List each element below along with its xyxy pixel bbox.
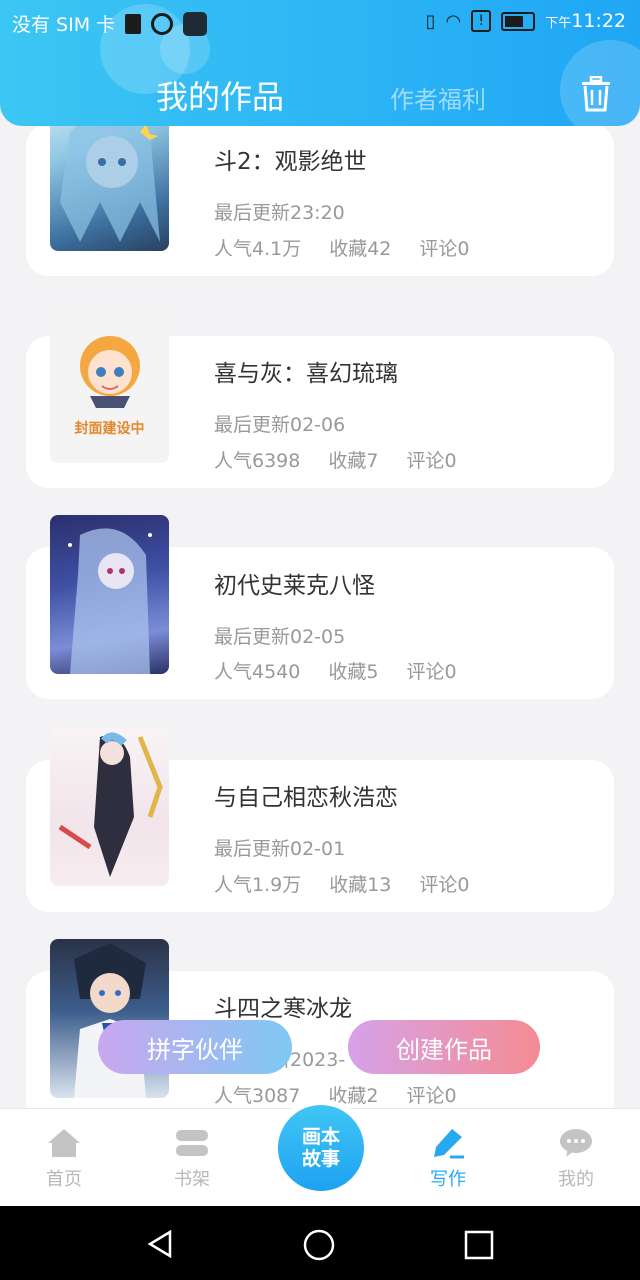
system-navigation-bar [0,1206,640,1280]
favorites-count: 收藏7 [328,450,379,472]
nav-home-label: 首页 [46,1169,82,1190]
nav-mine[interactable]: 我的 [536,1127,616,1191]
work-updated: 最后更新02-06 [214,414,346,436]
hotspot-icon [151,12,174,35]
nav-bookshelf-label: 书架 [174,1169,210,1190]
recents-icon[interactable] [464,1230,494,1260]
bottom-navigation: 首页 书架 画本 故事 写作 我的 [0,1105,640,1207]
work-cover-placeholder[interactable] [50,304,169,463]
comments-count: 评论0 [406,661,457,683]
favorites-count: 收藏2 [328,1085,379,1107]
back-icon[interactable] [144,1228,176,1260]
center-line-2: 故事 [301,1148,340,1170]
work-cover-image[interactable] [50,515,169,674]
alert-icon: ! [471,10,492,32]
work-cover-image[interactable] [50,939,169,1098]
popularity-count: 人气4540 [214,661,301,683]
word-partner-button[interactable]: 拼字伙伴 [98,1020,292,1074]
favorites-count: 收藏13 [329,874,392,896]
app-notification-icon [183,11,208,36]
wifi-icon: ◠ [445,10,462,32]
nav-write-label: 写作 [430,1169,466,1190]
work-stats: 人气1.9万 收藏13 评论0 [214,870,470,897]
comments-count: 评论0 [419,238,470,260]
work-title: 喜与灰：喜幻琉璃 [214,361,398,387]
work-stats: 人气4540 收藏5 评论0 [214,657,457,684]
battery-icon [501,11,536,31]
nav-mine-label: 我的 [558,1169,594,1190]
work-updated: 最后更新23:20 [214,202,345,224]
work-title: 初代史莱克八怪 [214,573,375,599]
nav-write[interactable]: 写作 [408,1127,488,1191]
comments-count: 评论0 [419,874,470,896]
work-updated: 最后更新02-05 [214,626,346,648]
carrier-text: 没有 SIM 卡 [12,14,116,36]
work-title: 与自己相恋秋浩恋 [214,785,398,811]
favorites-count: 收藏42 [329,238,392,260]
bookshelf-icon [176,1130,208,1156]
vibrate-icon: ▯ [425,10,436,32]
time-prefix: 下午 [545,16,572,31]
popularity-count: 人气3087 [214,1085,301,1107]
work-title: 斗四之寒冰龙 [214,996,352,1022]
nav-bookshelf[interactable]: 书架 [152,1127,232,1191]
work-cover-image[interactable] [50,727,169,886]
tab-my-works[interactable]: 我的作品 [156,72,284,118]
app-header: 没有 SIM 卡 ▯ ◠ ! 下午11:22 我的作品 作者福利 [0,0,640,126]
work-stats: 人气6398 收藏7 评论0 [214,446,457,473]
home-icon [48,1129,80,1157]
popularity-count: 人气1.9万 [214,874,302,896]
cover-placeholder-text: 封面建设中 [74,421,145,437]
favorites-count: 收藏5 [328,661,379,683]
create-work-button[interactable]: 创建作品 [348,1020,540,1074]
center-line-1: 画本 [301,1126,340,1148]
popularity-count: 人气6398 [214,450,301,472]
clock: 11:22 [571,10,626,32]
picture-story-button[interactable]: 画本 故事 [278,1105,364,1191]
tab-author-benefits[interactable]: 作者福利 [390,80,486,115]
work-title: 斗2：观影绝世 [214,149,367,175]
chat-bubble-icon [560,1129,592,1157]
work-stats: 人气3087 收藏2 评论0 [214,1081,457,1108]
work-stats: 人气4.1万 收藏42 评论0 [214,234,470,261]
popularity-count: 人气4.1万 [214,238,302,260]
trash-icon[interactable] [580,76,612,112]
sd-card-icon [125,13,142,34]
header-tabs: 我的作品 作者福利 [0,66,640,116]
work-updated: 最后更新02-01 [214,838,346,860]
status-bar: 没有 SIM 卡 ▯ ◠ ! 下午11:22 [0,0,640,44]
nav-home[interactable]: 首页 [24,1127,104,1191]
comments-count: 评论0 [406,1085,457,1107]
home-circle-icon[interactable] [302,1228,336,1262]
pencil-icon [434,1129,464,1159]
comments-count: 评论0 [406,450,457,472]
